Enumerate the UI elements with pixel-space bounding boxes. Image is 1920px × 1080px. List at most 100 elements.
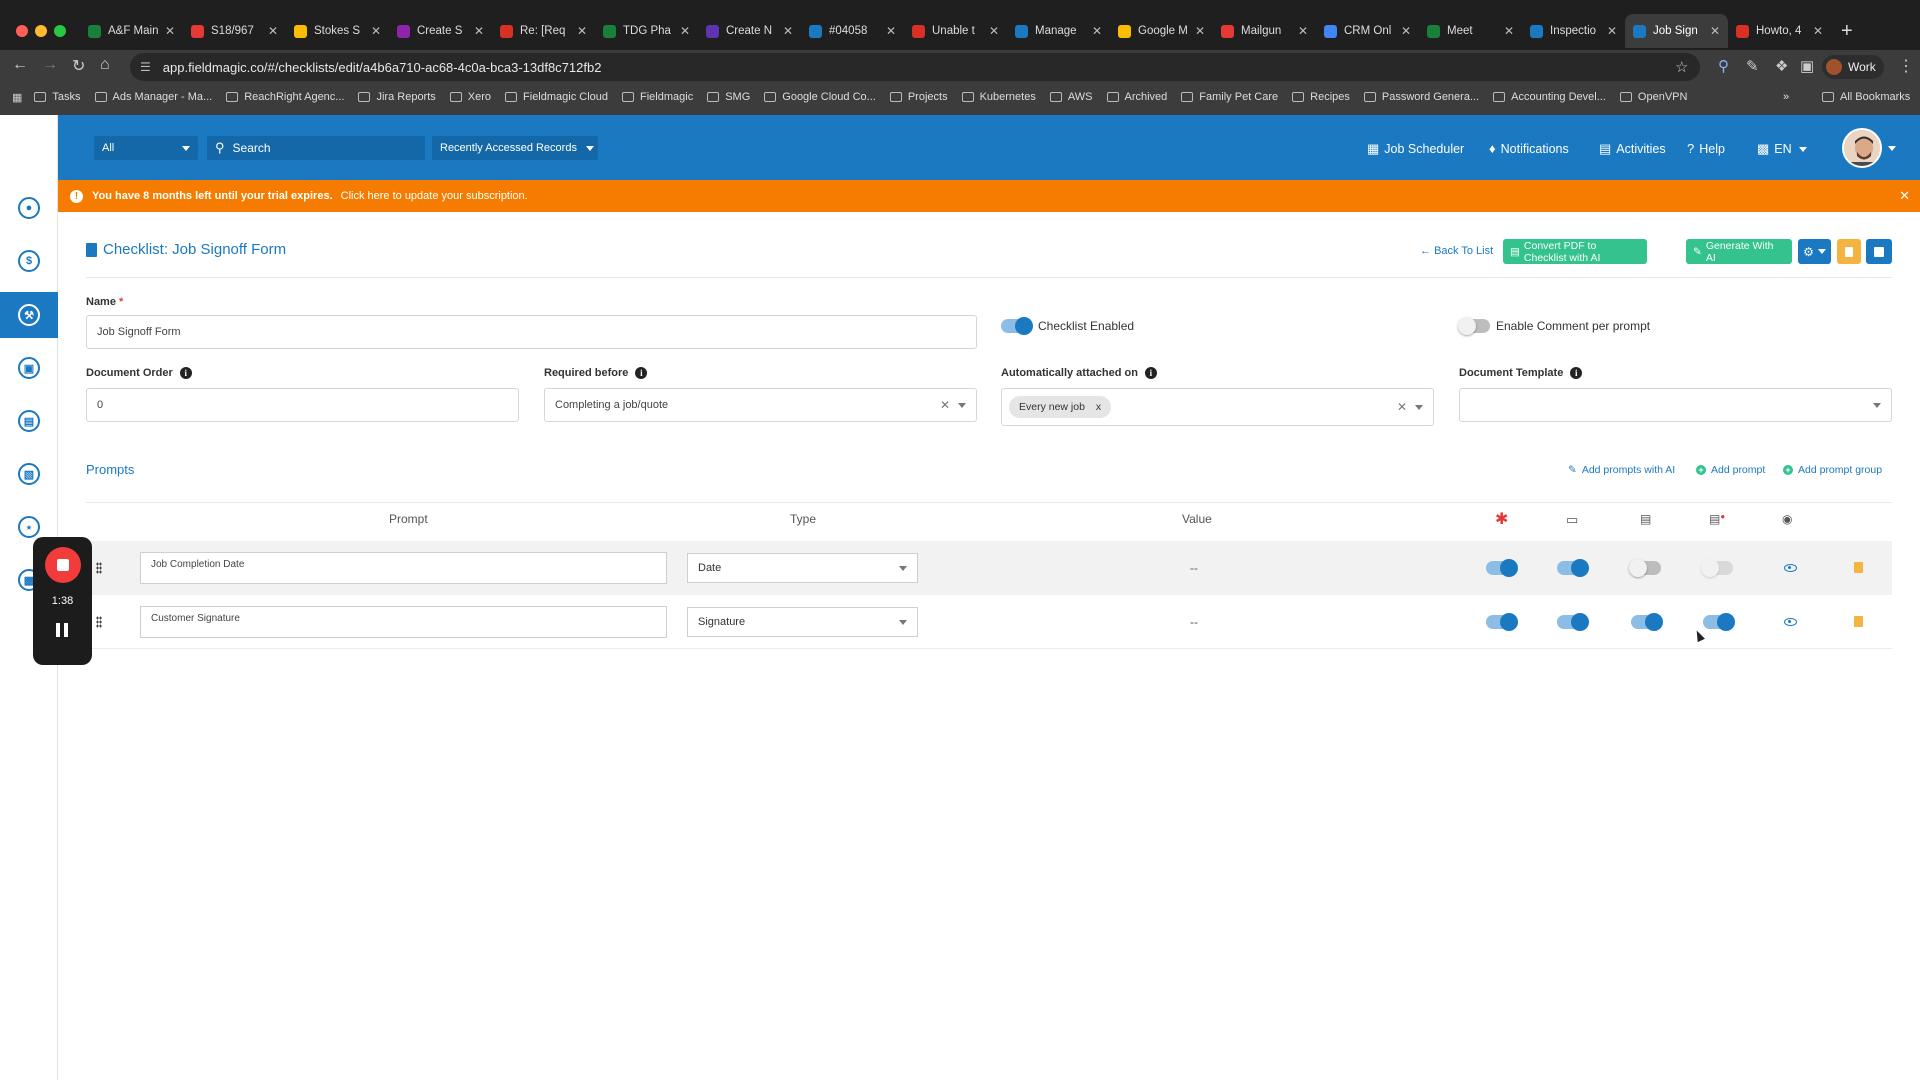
clear-icon[interactable]: ✕: [1397, 400, 1407, 414]
browser-tab[interactable]: Inspectio ✕: [1522, 14, 1625, 48]
hamburger-menu-icon[interactable]: [14, 140, 32, 154]
browser-tab[interactable]: Create N ✕: [698, 14, 801, 48]
stop-recording-button[interactable]: [45, 547, 81, 583]
add-prompt-group-link[interactable]: + Add prompt group: [1783, 464, 1882, 476]
contacts-icon[interactable]: ●: [18, 197, 40, 219]
document-toggle[interactable]: [1629, 559, 1661, 577]
window-close-button[interactable]: [16, 25, 28, 37]
checklist-enabled-toggle[interactable]: [1001, 317, 1033, 335]
bookmark-item[interactable]: OpenVPN: [1619, 91, 1687, 103]
save-button[interactable]: [1866, 239, 1892, 264]
tab-close-icon[interactable]: ✕: [1607, 24, 1617, 38]
wallet-icon[interactable]: ▧: [18, 463, 40, 485]
clear-icon[interactable]: ✕: [940, 398, 950, 412]
help-link[interactable]: ? Help: [1687, 141, 1725, 156]
trash-icon[interactable]: [1854, 562, 1863, 573]
info-icon[interactable]: i: [1144, 367, 1157, 379]
tab-close-icon[interactable]: ✕: [1504, 24, 1514, 38]
drag-handle-icon[interactable]: [96, 616, 102, 628]
bookmark-item[interactable]: Ads Manager - Ma...: [94, 91, 212, 103]
bookmark-item[interactable]: Password Genera...: [1363, 91, 1479, 103]
eye-icon[interactable]: [1784, 618, 1797, 626]
browser-tab[interactable]: A&F Main ✕: [80, 14, 183, 48]
add-prompts-ai-link[interactable]: ✎ Add prompts with AI: [1568, 464, 1675, 476]
tab-close-icon[interactable]: ✕: [1195, 24, 1205, 38]
tab-close-icon[interactable]: ✕: [577, 24, 587, 38]
sidepanel-icon[interactable]: ▣: [1800, 57, 1814, 75]
auto-attached-select[interactable]: Every new job x ✕: [1001, 388, 1434, 426]
type-select[interactable]: Date: [687, 553, 918, 583]
tab-close-icon[interactable]: ✕: [268, 24, 278, 38]
browser-tab[interactable]: TDG Pha ✕: [595, 14, 698, 48]
trash-icon[interactable]: [1854, 616, 1863, 627]
browser-tab[interactable]: Re: [Req ✕: [492, 14, 595, 48]
desktop-toggle[interactable]: [1557, 613, 1589, 631]
new-tab-button[interactable]: +: [1841, 14, 1853, 48]
pause-recording-button[interactable]: [56, 623, 68, 637]
bookmark-item[interactable]: Fieldmagic: [622, 91, 693, 103]
bookmark-item[interactable]: Xero: [449, 91, 491, 103]
apps-grid-icon[interactable]: ▦: [12, 91, 22, 104]
back-to-list-link[interactable]: ← Back To List: [1420, 245, 1493, 257]
browser-tab[interactable]: #04058 ✕: [801, 14, 904, 48]
name-input[interactable]: Job Signoff Form: [86, 315, 977, 349]
bookmark-item[interactable]: Fieldmagic Cloud: [505, 91, 608, 103]
window-minimize-button[interactable]: [35, 25, 47, 37]
bookmark-item[interactable]: Jira Reports: [358, 91, 436, 103]
browser-tab[interactable]: Unable t ✕: [904, 14, 1007, 48]
tab-close-icon[interactable]: ✕: [989, 24, 999, 38]
tab-close-icon[interactable]: ✕: [886, 24, 896, 38]
browser-tab[interactable]: Stokes S ✕: [286, 14, 389, 48]
dollar-icon[interactable]: $: [18, 250, 40, 272]
add-prompt-link[interactable]: + Add prompt: [1696, 464, 1765, 476]
info-icon[interactable]: i: [635, 367, 648, 379]
home-icon[interactable]: ⌂: [100, 56, 110, 74]
recent-records-dropdown[interactable]: Recently Accessed Records: [432, 136, 598, 160]
global-search-input[interactable]: ⚲ Search: [207, 136, 425, 160]
eye-icon[interactable]: [1784, 564, 1797, 572]
browser-tab[interactable]: Howto, 4 ✕: [1728, 14, 1831, 48]
profile-button[interactable]: Work: [1822, 55, 1884, 79]
prompt-input[interactable]: Job Completion Date: [140, 552, 667, 584]
document-required-toggle[interactable]: [1701, 559, 1733, 577]
convert-pdf-button[interactable]: ▤ Convert PDF to Checklist with AI: [1503, 239, 1647, 264]
tab-close-icon[interactable]: ✕: [165, 24, 175, 38]
tab-close-icon[interactable]: ✕: [1813, 24, 1823, 38]
info-icon[interactable]: i: [179, 367, 192, 379]
extensions-puzzle-icon[interactable]: ❖: [1775, 57, 1788, 75]
bookmark-item[interactable]: Projects: [889, 91, 948, 103]
search-filter-select[interactable]: All: [94, 136, 198, 160]
bookmark-item[interactable]: ReachRight Agenc...: [226, 91, 344, 103]
document-template-select[interactable]: [1459, 388, 1892, 422]
required-before-select[interactable]: Completing a job/quote ✕: [544, 388, 977, 422]
browser-menu-icon[interactable]: ⋮: [1898, 56, 1914, 76]
activities-link[interactable]: ▤ Activities: [1599, 141, 1666, 157]
all-bookmarks[interactable]: All Bookmarks: [1822, 91, 1910, 103]
tab-close-icon[interactable]: ✕: [474, 24, 484, 38]
drag-handle-icon[interactable]: [96, 562, 102, 574]
browser-tab[interactable]: S18/967 ✕: [183, 14, 286, 48]
required-toggle[interactable]: [1486, 613, 1518, 631]
tab-close-icon[interactable]: ✕: [371, 24, 381, 38]
document-required-toggle[interactable]: [1703, 613, 1735, 631]
bookmark-item[interactable]: Tasks: [34, 91, 81, 103]
tab-close-icon[interactable]: ✕: [783, 24, 793, 38]
bookmark-item[interactable]: SMG: [707, 91, 750, 103]
wrench-icon[interactable]: ⚒: [18, 304, 40, 326]
user-avatar[interactable]: [1842, 128, 1882, 168]
back-arrow-icon[interactable]: ←: [12, 56, 28, 74]
briefcase-icon[interactable]: ▣: [18, 357, 40, 379]
chip-remove-icon[interactable]: x: [1096, 401, 1101, 413]
browser-tab[interactable]: Google M ✕: [1110, 14, 1213, 48]
bookmark-item[interactable]: AWS: [1049, 91, 1093, 103]
extension-icon[interactable]: ⚲: [1718, 57, 1729, 75]
bookmark-item[interactable]: Accounting Devel...: [1493, 91, 1606, 103]
desktop-toggle[interactable]: [1557, 559, 1589, 577]
tab-close-icon[interactable]: ✕: [1401, 24, 1411, 38]
browser-tab[interactable]: Mailgun ✕: [1213, 14, 1316, 48]
delete-checklist-button[interactable]: [1837, 239, 1861, 264]
bookmark-item[interactable]: Google Cloud Co...: [764, 91, 876, 103]
workflow-icon[interactable]: ⋆: [18, 516, 40, 538]
tab-close-icon[interactable]: ✕: [1092, 24, 1102, 38]
address-bar[interactable]: ☰ app.fieldmagic.co/#/checklists/edit/a4…: [130, 53, 1700, 81]
